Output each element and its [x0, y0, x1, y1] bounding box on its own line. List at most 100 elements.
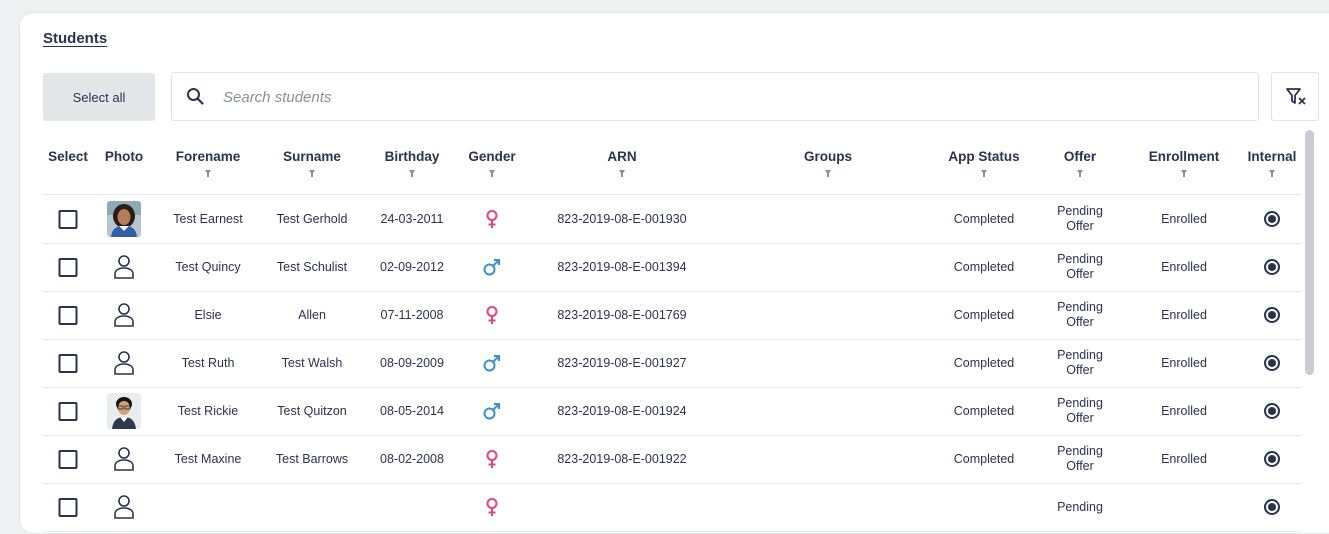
row-checkbox[interactable]	[58, 449, 78, 469]
internal-cell[interactable]	[1264, 291, 1280, 339]
birthday-cell: 08-05-2014	[380, 404, 444, 418]
sort-icon-forename[interactable]	[205, 170, 211, 177]
offer-line-2: Offer	[1066, 363, 1094, 377]
female-icon	[484, 449, 500, 469]
column-header-internal[interactable]: Internal	[1248, 149, 1297, 164]
forename-cell: Test Ruth	[181, 356, 235, 370]
surname-cell: Test Gerhold	[276, 212, 348, 226]
column-header-gender[interactable]: Gender	[468, 149, 515, 164]
row-checkbox[interactable]	[58, 353, 78, 373]
sort-icon-internal[interactable]	[1269, 170, 1275, 177]
internal-cell[interactable]	[1264, 483, 1280, 531]
column-header-enrollment[interactable]: Enrollment	[1149, 149, 1220, 164]
internal-radio[interactable]	[1264, 259, 1280, 275]
internal-radio[interactable]	[1264, 355, 1280, 371]
column-header-select: Select	[48, 149, 88, 164]
internal-radio[interactable]	[1264, 451, 1280, 467]
offer-cell: Pending Offer	[1057, 339, 1103, 387]
enrollment-cell: Enrolled	[1161, 212, 1207, 226]
select-all-button[interactable]: Select all	[43, 73, 155, 121]
column-header-offer[interactable]: Offer	[1064, 149, 1096, 164]
internal-cell[interactable]	[1264, 435, 1280, 483]
select-cell[interactable]	[58, 195, 78, 243]
sort-icon-app-status[interactable]	[981, 170, 987, 177]
photo-cell	[113, 339, 135, 387]
select-cell[interactable]	[58, 339, 78, 387]
sort-icon-arn[interactable]	[619, 170, 625, 177]
table-row[interactable]: Pending	[43, 483, 1301, 532]
row-checkbox[interactable]	[58, 497, 78, 517]
internal-radio[interactable]	[1264, 307, 1280, 323]
offer-line-2: Offer	[1066, 267, 1094, 281]
sort-icon-surname[interactable]	[309, 170, 315, 177]
sort-icon-gender[interactable]	[489, 170, 495, 177]
page-title[interactable]: Students	[43, 30, 107, 47]
birthday-cell: 24-03-2011	[380, 212, 444, 226]
gender-cell	[484, 195, 500, 243]
offer-line-2: Offer	[1066, 219, 1094, 233]
clear-filters-button[interactable]	[1271, 72, 1319, 121]
gender-cell	[484, 483, 500, 531]
female-icon	[484, 497, 500, 517]
internal-cell[interactable]	[1264, 195, 1280, 243]
table-row[interactable]: Test Maxine Test Barrows 08-02-2008 823-201…	[43, 435, 1301, 484]
select-cell[interactable]	[58, 243, 78, 291]
table-row[interactable]: Elsie Allen 07-11-2008 823-2019-08-E-001769…	[43, 291, 1301, 340]
table-row[interactable]: Test Earnest Test Gerhold 24-03-2011 823-20…	[43, 195, 1301, 244]
enrollment-cell: Enrolled	[1161, 356, 1207, 370]
select-cell[interactable]	[58, 291, 78, 339]
select-cell[interactable]	[58, 435, 78, 483]
surname-cell: Test Barrows	[275, 452, 349, 466]
column-header-arn[interactable]: ARN	[607, 149, 636, 164]
person-outline-icon	[113, 446, 135, 472]
internal-cell[interactable]	[1264, 243, 1280, 291]
row-checkbox[interactable]	[58, 305, 78, 325]
internal-radio[interactable]	[1264, 499, 1280, 515]
column-header-groups[interactable]: Groups	[804, 149, 852, 164]
vertical-scrollbar[interactable]	[1305, 130, 1314, 375]
column-header-forename[interactable]: Forename	[176, 149, 241, 164]
select-cell[interactable]	[58, 387, 78, 435]
photo-cell	[113, 435, 135, 483]
column-header-surname[interactable]: Surname	[283, 149, 341, 164]
gender-cell	[484, 291, 500, 339]
sort-icon-enrollment[interactable]	[1181, 170, 1187, 177]
photo-cell	[113, 483, 135, 531]
column-header-app-status[interactable]: App Status	[948, 149, 1019, 164]
select-cell[interactable]	[58, 483, 78, 531]
student-photo	[107, 393, 141, 429]
offer-cell: Pending Offer	[1057, 387, 1103, 435]
arn-cell: 823-2019-08-E-001394	[557, 260, 687, 274]
enrollment-cell: Enrolled	[1161, 260, 1207, 274]
column-header-birthday[interactable]: Birthday	[385, 149, 440, 164]
gender-cell	[482, 387, 502, 435]
forename-cell: Elsie	[194, 308, 222, 322]
table-row[interactable]: Test Ruth Test Walsh 08-09-2009 823-2019-08…	[43, 339, 1301, 388]
offer-line-1: Pending	[1057, 396, 1103, 410]
arn-cell: 823-2019-08-E-001927	[557, 356, 687, 370]
offer-cell: Pending Offer	[1057, 291, 1103, 339]
column-header-photo: Photo	[104, 149, 144, 164]
row-checkbox[interactable]	[58, 401, 78, 421]
gender-cell	[484, 435, 500, 483]
row-checkbox[interactable]	[58, 257, 78, 277]
sort-icon-groups[interactable]	[825, 170, 831, 177]
internal-radio[interactable]	[1264, 403, 1280, 419]
app-status-cell: Completed	[953, 404, 1015, 418]
table-row[interactable]: Test Quincy Test Schulist 02-09-2012 823-20…	[43, 243, 1301, 292]
surname-cell: Test Walsh	[281, 356, 343, 370]
row-checkbox[interactable]	[58, 209, 78, 229]
surname-cell: Test Quitzon	[277, 404, 347, 418]
internal-cell[interactable]	[1264, 339, 1280, 387]
table-row[interactable]: Test Rickie Test Quitzon 08-05-2014 823-201…	[43, 387, 1301, 436]
offer-line-1: Pending	[1057, 444, 1103, 458]
sort-icon-offer[interactable]	[1077, 170, 1083, 177]
arn-cell: 823-2019-08-E-001924	[557, 404, 687, 418]
search-box[interactable]	[171, 72, 1259, 121]
gender-cell	[482, 339, 502, 387]
internal-radio[interactable]	[1264, 211, 1280, 227]
sort-icon-birthday[interactable]	[409, 170, 415, 177]
person-outline-icon	[113, 302, 135, 328]
search-input[interactable]	[221, 85, 1125, 109]
internal-cell[interactable]	[1264, 387, 1280, 435]
